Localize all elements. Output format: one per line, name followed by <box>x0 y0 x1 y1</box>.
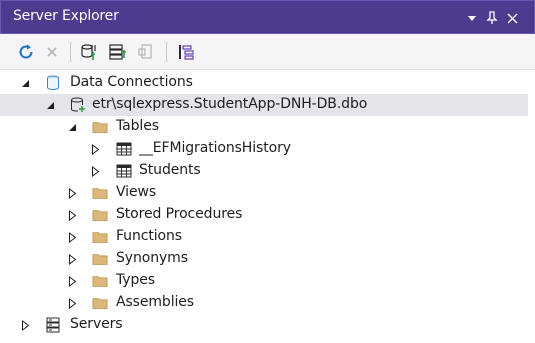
refresh-icon[interactable] <box>14 40 38 64</box>
tree-label: Students <box>139 162 201 178</box>
sharepoint-icon[interactable] <box>134 40 158 64</box>
folder-icon <box>92 273 108 289</box>
hierarchy-icon[interactable] <box>174 40 198 64</box>
expanded-arrow-icon[interactable] <box>42 97 58 113</box>
tree-node-stored-procedures[interactable]: Stored Procedures <box>0 204 535 226</box>
folder-icon <box>92 295 108 311</box>
collapsed-arrow-icon[interactable] <box>64 251 80 267</box>
expanded-arrow-icon[interactable] <box>17 75 33 91</box>
tree-label: Servers <box>70 316 123 332</box>
tree-label: Assemblies <box>116 294 194 310</box>
toolbar-separator <box>166 42 167 62</box>
tree-node-connection[interactable]: etr\sqlexpress.StudentApp-DNH-DB.dbo <box>0 94 528 116</box>
collapsed-arrow-icon[interactable] <box>64 207 80 223</box>
tree-node-table-ef-migrations-history[interactable]: __EFMigrationsHistory <box>0 138 535 160</box>
server-icon <box>45 317 61 333</box>
tree-label: etr\sqlexpress.StudentApp-DNH-DB.dbo <box>92 96 368 112</box>
tree-node-synonyms[interactable]: Synonyms <box>0 248 535 270</box>
tree-label: Synonyms <box>116 250 188 266</box>
collapsed-arrow-icon[interactable] <box>64 295 80 311</box>
tree-label: Tables <box>116 118 159 134</box>
window-title-bar: Server Explorer <box>0 0 535 34</box>
toolbar <box>0 34 535 70</box>
folder-icon <box>92 251 108 267</box>
toolbar-separator <box>70 42 71 62</box>
folder-icon <box>92 207 108 223</box>
pin-icon[interactable] <box>483 9 501 27</box>
tree-node-functions[interactable]: Functions <box>0 226 535 248</box>
database-icon <box>45 75 61 91</box>
tree-node-assemblies[interactable]: Assemblies <box>0 292 535 314</box>
expanded-arrow-icon[interactable] <box>64 119 80 135</box>
tree-label: Types <box>116 272 155 288</box>
collapsed-arrow-icon[interactable] <box>87 141 103 157</box>
connect-database-icon[interactable] <box>78 40 102 64</box>
table-icon <box>116 163 132 179</box>
tree-node-views[interactable]: Views <box>0 182 535 204</box>
vertical-scrollbar[interactable] <box>528 70 535 343</box>
server-tree: Data Connections etr\sqlexpress.StudentA… <box>0 70 535 343</box>
tree-node-table-students[interactable]: Students <box>0 160 535 182</box>
tree-node-data-connections[interactable]: Data Connections <box>0 72 535 94</box>
tree-node-servers[interactable]: Servers <box>0 314 535 336</box>
close-icon[interactable] <box>503 9 521 27</box>
tree-label: Data Connections <box>70 74 193 90</box>
folder-icon <box>92 185 108 201</box>
folder-icon <box>92 229 108 245</box>
stop-icon[interactable] <box>40 40 64 64</box>
connection-icon <box>70 97 86 113</box>
tree-label: __EFMigrationsHistory <box>139 140 291 156</box>
tree-label: Stored Procedures <box>116 206 243 222</box>
collapsed-arrow-icon[interactable] <box>64 229 80 245</box>
collapsed-arrow-icon[interactable] <box>17 317 33 333</box>
collapsed-arrow-icon[interactable] <box>87 163 103 179</box>
tree-label: Functions <box>116 228 182 244</box>
collapsed-arrow-icon[interactable] <box>64 185 80 201</box>
window-position-dropdown-icon[interactable] <box>463 9 481 27</box>
tree-node-types[interactable]: Types <box>0 270 535 292</box>
collapsed-arrow-icon[interactable] <box>64 273 80 289</box>
tree-label: Views <box>116 184 157 200</box>
tree-node-tables[interactable]: Tables <box>0 116 535 138</box>
window-title: Server Explorer <box>13 8 119 24</box>
connect-server-icon[interactable] <box>106 40 130 64</box>
folder-icon <box>92 119 108 135</box>
table-icon <box>116 141 132 157</box>
